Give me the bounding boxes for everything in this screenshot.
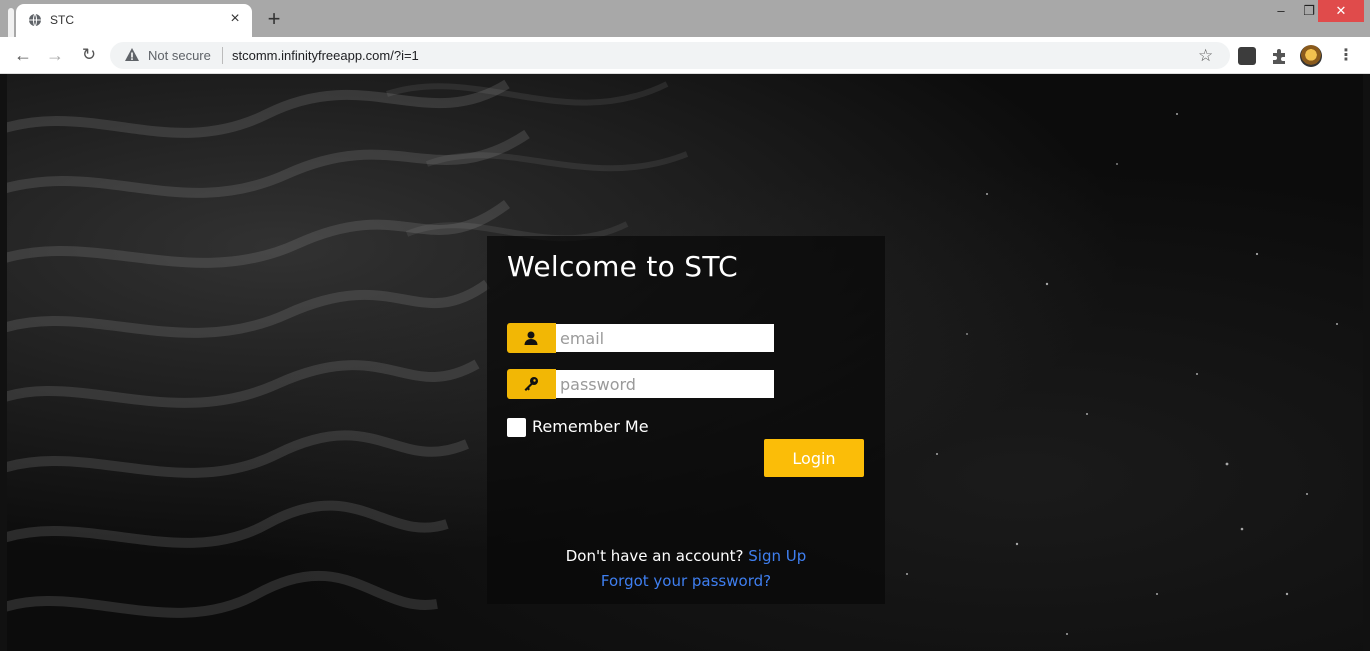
password-addon (507, 369, 556, 399)
page-background: Welcome to STC Remember Me (7, 74, 1363, 651)
no-account-text: Don't have an account? (565, 547, 744, 565)
page-title: Welcome to STC (507, 250, 738, 283)
tab-close-icon[interactable]: × (226, 10, 244, 28)
remember-me-checkbox[interactable] (507, 418, 526, 437)
browser-tabstrip: STC × + – ❐ ✕ (0, 0, 1370, 37)
tabstrip-edge (8, 8, 14, 37)
warning-icon[interactable] (124, 47, 140, 63)
bookmark-star-icon[interactable]: ☆ (1198, 46, 1213, 66)
email-field-group (507, 323, 775, 353)
new-tab-button[interactable]: + (262, 6, 286, 32)
password-field-group (507, 369, 775, 399)
security-label[interactable]: Not secure (148, 48, 211, 63)
tab-title: STC (50, 13, 74, 27)
sign-up-link[interactable]: Sign Up (748, 547, 806, 565)
forward-icon[interactable]: → (44, 45, 66, 67)
forgot-password-link[interactable]: Forgot your password? (601, 572, 771, 590)
puzzle-icon[interactable] (1270, 47, 1288, 65)
browser-tab-stc[interactable]: STC × (16, 4, 252, 37)
remember-me-label[interactable]: Remember Me (532, 417, 649, 436)
email-addon (507, 323, 556, 353)
back-icon[interactable]: ← (12, 45, 34, 67)
email-input[interactable] (556, 324, 774, 352)
window-minimize-button[interactable]: – (1266, 0, 1296, 22)
user-icon (524, 331, 538, 345)
window-close-button[interactable]: ✕ (1318, 0, 1364, 22)
signup-prompt: Don't have an account? Sign Up (487, 547, 885, 565)
url-text[interactable]: stcomm.infinityfreeapp.com/?i=1 (232, 48, 419, 63)
forgot-password-row: Forgot your password? (487, 572, 885, 590)
login-card: Welcome to STC Remember Me (487, 236, 885, 604)
menu-kebab-icon[interactable]: ⋮ (1338, 45, 1354, 65)
password-input[interactable] (556, 370, 774, 398)
reload-icon[interactable]: ↻ (78, 45, 100, 67)
address-separator (222, 47, 223, 64)
login-button[interactable]: Login (764, 439, 864, 477)
profile-avatar[interactable] (1300, 45, 1322, 67)
address-bar[interactable]: Not secure stcomm.infinityfreeapp.com/?i… (110, 42, 1230, 69)
browser-toolbar: ← → ↻ Not secure stcomm.infinityfreeapp.… (0, 37, 1370, 74)
key-icon (524, 377, 538, 391)
extension-icon[interactable] (1238, 47, 1256, 65)
globe-icon (29, 13, 41, 27)
